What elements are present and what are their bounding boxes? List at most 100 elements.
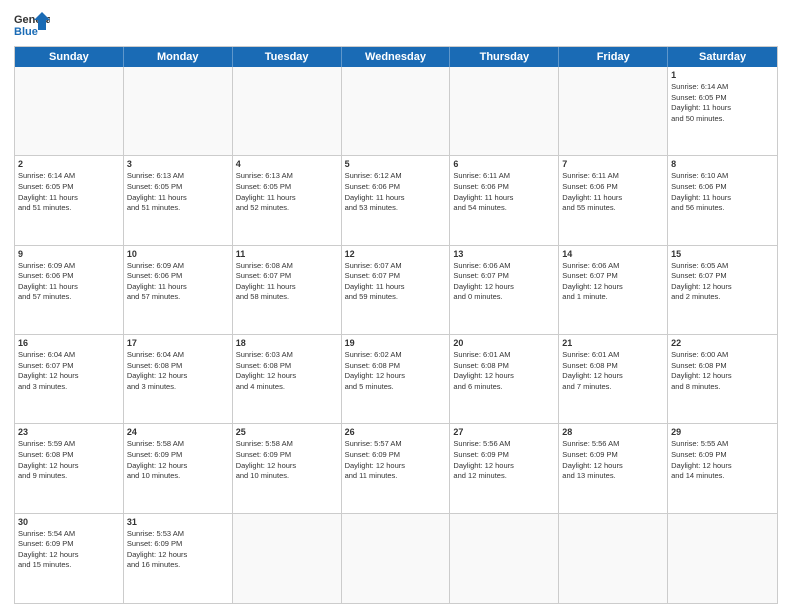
calendar-row: 30Sunrise: 5:54 AM Sunset: 6:09 PM Dayli…	[15, 514, 777, 603]
calendar-cell: 19Sunrise: 6:02 AM Sunset: 6:08 PM Dayli…	[342, 335, 451, 423]
header: General Blue	[14, 10, 778, 40]
day-number: 6	[453, 158, 555, 170]
day-number: 17	[127, 337, 229, 349]
calendar-cell: 4Sunrise: 6:13 AM Sunset: 6:05 PM Daylig…	[233, 156, 342, 244]
svg-text:Blue: Blue	[14, 26, 38, 38]
calendar-cell: 26Sunrise: 5:57 AM Sunset: 6:09 PM Dayli…	[342, 424, 451, 512]
calendar-cell: 31Sunrise: 5:53 AM Sunset: 6:09 PM Dayli…	[124, 514, 233, 603]
calendar-cell: 7Sunrise: 6:11 AM Sunset: 6:06 PM Daylig…	[559, 156, 668, 244]
calendar-cell	[559, 67, 668, 155]
day-number: 5	[345, 158, 447, 170]
day-number: 27	[453, 426, 555, 438]
day-number: 23	[18, 426, 120, 438]
calendar-cell	[342, 514, 451, 603]
calendar-header: SundayMondayTuesdayWednesdayThursdayFrid…	[15, 47, 777, 67]
calendar-cell: 2Sunrise: 6:14 AM Sunset: 6:05 PM Daylig…	[15, 156, 124, 244]
day-number: 28	[562, 426, 664, 438]
calendar-cell: 22Sunrise: 6:00 AM Sunset: 6:08 PM Dayli…	[668, 335, 777, 423]
calendar-body: 1Sunrise: 6:14 AM Sunset: 6:05 PM Daylig…	[15, 67, 777, 603]
calendar-cell: 20Sunrise: 6:01 AM Sunset: 6:08 PM Dayli…	[450, 335, 559, 423]
calendar-cell: 9Sunrise: 6:09 AM Sunset: 6:06 PM Daylig…	[15, 246, 124, 334]
calendar-cell: 8Sunrise: 6:10 AM Sunset: 6:06 PM Daylig…	[668, 156, 777, 244]
day-number: 13	[453, 248, 555, 260]
calendar-cell: 17Sunrise: 6:04 AM Sunset: 6:08 PM Dayli…	[124, 335, 233, 423]
day-number: 4	[236, 158, 338, 170]
day-number: 29	[671, 426, 774, 438]
weekday-header: Friday	[559, 47, 668, 67]
cell-daylight-info: Sunrise: 6:12 AM Sunset: 6:06 PM Dayligh…	[345, 171, 405, 212]
day-number: 12	[345, 248, 447, 260]
day-number: 2	[18, 158, 120, 170]
calendar-cell: 28Sunrise: 5:56 AM Sunset: 6:09 PM Dayli…	[559, 424, 668, 512]
weekday-header: Monday	[124, 47, 233, 67]
day-number: 10	[127, 248, 229, 260]
cell-daylight-info: Sunrise: 6:04 AM Sunset: 6:08 PM Dayligh…	[127, 350, 187, 391]
cell-daylight-info: Sunrise: 6:05 AM Sunset: 6:07 PM Dayligh…	[671, 261, 731, 302]
cell-daylight-info: Sunrise: 6:06 AM Sunset: 6:07 PM Dayligh…	[453, 261, 513, 302]
day-number: 22	[671, 337, 774, 349]
weekday-header: Wednesday	[342, 47, 451, 67]
cell-daylight-info: Sunrise: 6:08 AM Sunset: 6:07 PM Dayligh…	[236, 261, 296, 302]
calendar-cell: 10Sunrise: 6:09 AM Sunset: 6:06 PM Dayli…	[124, 246, 233, 334]
calendar-cell: 15Sunrise: 6:05 AM Sunset: 6:07 PM Dayli…	[668, 246, 777, 334]
calendar-cell: 29Sunrise: 5:55 AM Sunset: 6:09 PM Dayli…	[668, 424, 777, 512]
cell-daylight-info: Sunrise: 6:14 AM Sunset: 6:05 PM Dayligh…	[671, 82, 731, 123]
calendar-row: 23Sunrise: 5:59 AM Sunset: 6:08 PM Dayli…	[15, 424, 777, 513]
cell-daylight-info: Sunrise: 5:58 AM Sunset: 6:09 PM Dayligh…	[127, 439, 187, 480]
calendar-cell	[450, 514, 559, 603]
calendar-cell: 30Sunrise: 5:54 AM Sunset: 6:09 PM Dayli…	[15, 514, 124, 603]
day-number: 25	[236, 426, 338, 438]
cell-daylight-info: Sunrise: 5:56 AM Sunset: 6:09 PM Dayligh…	[453, 439, 513, 480]
cell-daylight-info: Sunrise: 6:09 AM Sunset: 6:06 PM Dayligh…	[127, 261, 187, 302]
weekday-header: Thursday	[450, 47, 559, 67]
calendar-cell: 5Sunrise: 6:12 AM Sunset: 6:06 PM Daylig…	[342, 156, 451, 244]
cell-daylight-info: Sunrise: 6:11 AM Sunset: 6:06 PM Dayligh…	[453, 171, 513, 212]
cell-daylight-info: Sunrise: 6:09 AM Sunset: 6:06 PM Dayligh…	[18, 261, 78, 302]
calendar-cell: 24Sunrise: 5:58 AM Sunset: 6:09 PM Dayli…	[124, 424, 233, 512]
cell-daylight-info: Sunrise: 5:58 AM Sunset: 6:09 PM Dayligh…	[236, 439, 296, 480]
cell-daylight-info: Sunrise: 6:03 AM Sunset: 6:08 PM Dayligh…	[236, 350, 296, 391]
calendar-cell: 13Sunrise: 6:06 AM Sunset: 6:07 PM Dayli…	[450, 246, 559, 334]
day-number: 20	[453, 337, 555, 349]
calendar-row: 1Sunrise: 6:14 AM Sunset: 6:05 PM Daylig…	[15, 67, 777, 156]
calendar-cell: 21Sunrise: 6:01 AM Sunset: 6:08 PM Dayli…	[559, 335, 668, 423]
cell-daylight-info: Sunrise: 5:53 AM Sunset: 6:09 PM Dayligh…	[127, 529, 187, 570]
day-number: 7	[562, 158, 664, 170]
calendar-cell: 12Sunrise: 6:07 AM Sunset: 6:07 PM Dayli…	[342, 246, 451, 334]
day-number: 8	[671, 158, 774, 170]
calendar-cell: 11Sunrise: 6:08 AM Sunset: 6:07 PM Dayli…	[233, 246, 342, 334]
day-number: 31	[127, 516, 229, 528]
weekday-header: Sunday	[15, 47, 124, 67]
day-number: 30	[18, 516, 120, 528]
day-number: 11	[236, 248, 338, 260]
cell-daylight-info: Sunrise: 6:01 AM Sunset: 6:08 PM Dayligh…	[453, 350, 513, 391]
cell-daylight-info: Sunrise: 6:13 AM Sunset: 6:05 PM Dayligh…	[127, 171, 187, 212]
calendar-cell	[233, 514, 342, 603]
day-number: 24	[127, 426, 229, 438]
day-number: 16	[18, 337, 120, 349]
calendar-cell	[233, 67, 342, 155]
calendar-cell: 25Sunrise: 5:58 AM Sunset: 6:09 PM Dayli…	[233, 424, 342, 512]
cell-daylight-info: Sunrise: 6:04 AM Sunset: 6:07 PM Dayligh…	[18, 350, 78, 391]
cell-daylight-info: Sunrise: 6:11 AM Sunset: 6:06 PM Dayligh…	[562, 171, 622, 212]
day-number: 19	[345, 337, 447, 349]
cell-daylight-info: Sunrise: 6:01 AM Sunset: 6:08 PM Dayligh…	[562, 350, 622, 391]
cell-daylight-info: Sunrise: 6:14 AM Sunset: 6:05 PM Dayligh…	[18, 171, 78, 212]
weekday-header: Saturday	[668, 47, 777, 67]
calendar-row: 2Sunrise: 6:14 AM Sunset: 6:05 PM Daylig…	[15, 156, 777, 245]
logo: General Blue	[14, 10, 50, 40]
cell-daylight-info: Sunrise: 5:59 AM Sunset: 6:08 PM Dayligh…	[18, 439, 78, 480]
calendar-cell	[124, 67, 233, 155]
cell-daylight-info: Sunrise: 5:57 AM Sunset: 6:09 PM Dayligh…	[345, 439, 405, 480]
calendar: SundayMondayTuesdayWednesdayThursdayFrid…	[14, 46, 778, 604]
day-number: 21	[562, 337, 664, 349]
cell-daylight-info: Sunrise: 5:54 AM Sunset: 6:09 PM Dayligh…	[18, 529, 78, 570]
calendar-cell	[342, 67, 451, 155]
cell-daylight-info: Sunrise: 6:02 AM Sunset: 6:08 PM Dayligh…	[345, 350, 405, 391]
calendar-cell: 14Sunrise: 6:06 AM Sunset: 6:07 PM Dayli…	[559, 246, 668, 334]
cell-daylight-info: Sunrise: 6:06 AM Sunset: 6:07 PM Dayligh…	[562, 261, 622, 302]
cell-daylight-info: Sunrise: 6:00 AM Sunset: 6:08 PM Dayligh…	[671, 350, 731, 391]
cell-daylight-info: Sunrise: 6:13 AM Sunset: 6:05 PM Dayligh…	[236, 171, 296, 212]
day-number: 9	[18, 248, 120, 260]
cell-daylight-info: Sunrise: 5:56 AM Sunset: 6:09 PM Dayligh…	[562, 439, 622, 480]
